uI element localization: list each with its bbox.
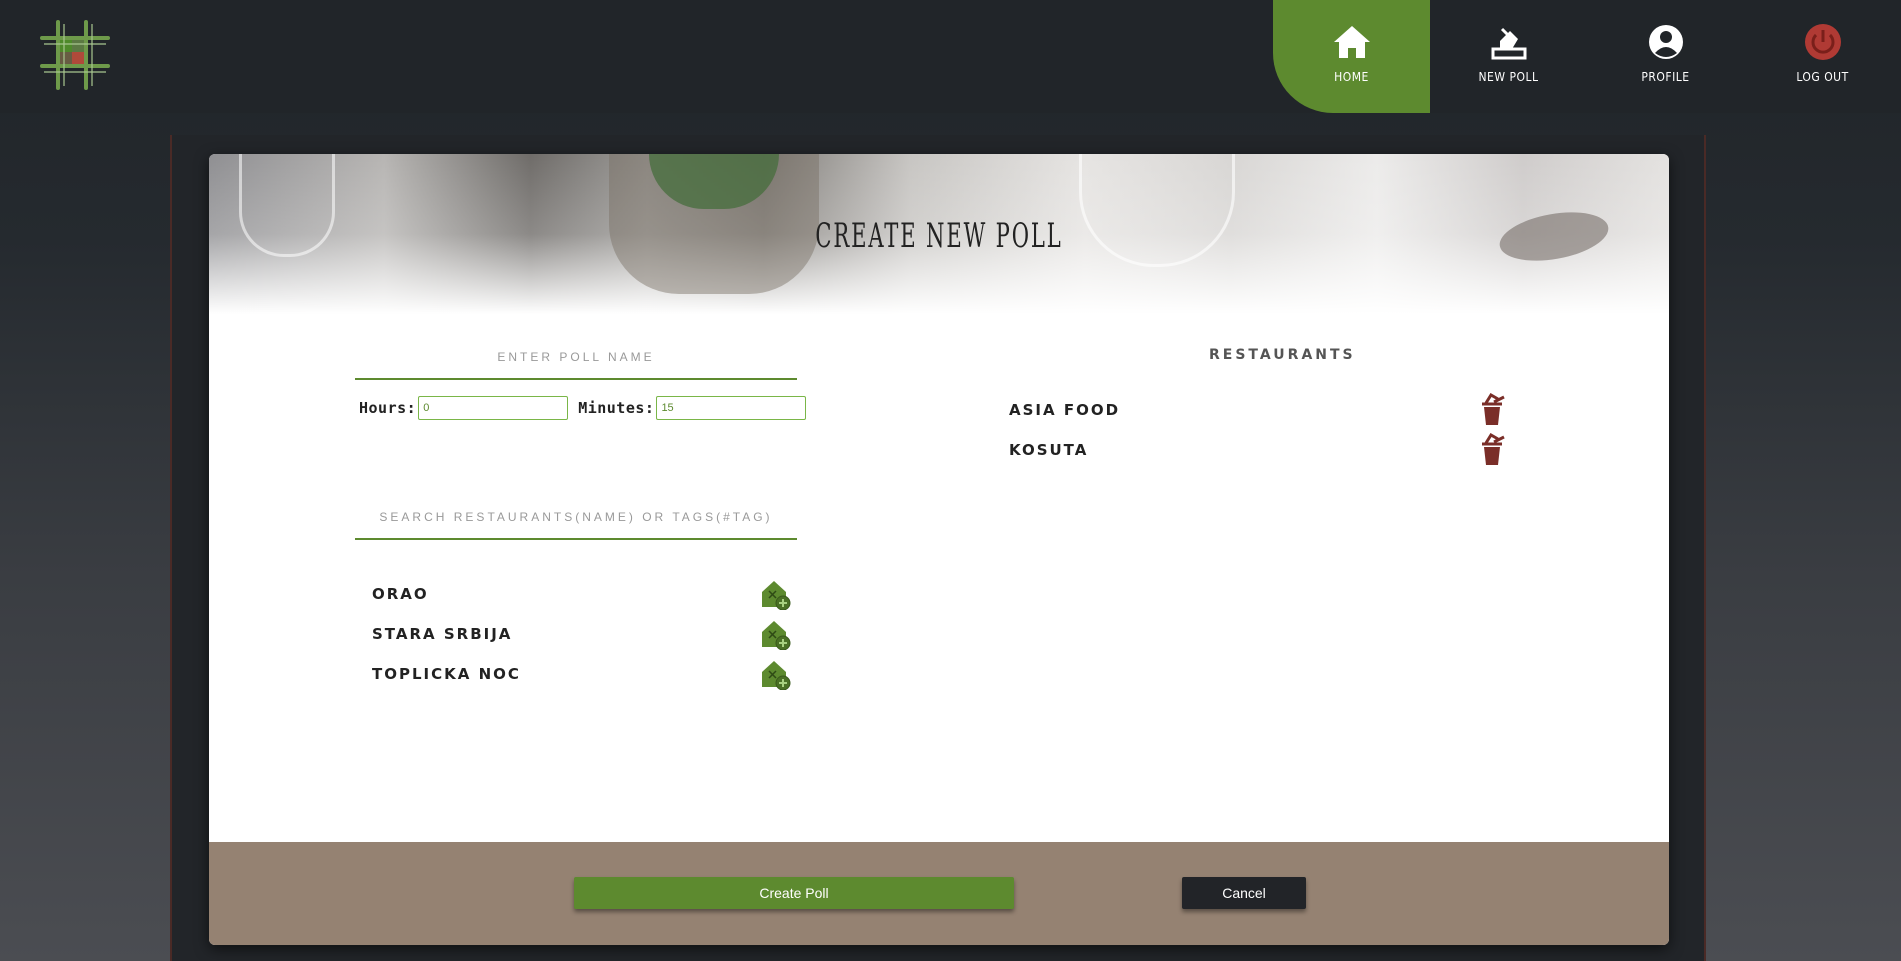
trash-icon (1482, 433, 1505, 465)
profile-icon (1646, 22, 1686, 62)
cancel-button[interactable]: Cancel (1182, 877, 1306, 909)
list-item: ORAO (372, 574, 792, 614)
remove-restaurant-button[interactable] (1475, 393, 1509, 427)
nav-label-logout: LOG OUT (1796, 70, 1849, 84)
page-title: CREATE NEW POLL (815, 216, 1063, 256)
hash-logo-icon (40, 20, 110, 90)
app-logo[interactable] (38, 18, 112, 92)
add-restaurant-icon (762, 661, 791, 690)
restaurant-name: ORAO (372, 585, 429, 603)
nav-label-new-poll: NEW POLL (1478, 70, 1539, 84)
duration-row: Hours: Minutes: (359, 396, 816, 420)
hours-input[interactable] (418, 396, 569, 420)
nav-item-new-poll[interactable]: NEW POLL (1430, 0, 1587, 113)
add-restaurant-button[interactable] (758, 657, 792, 691)
add-restaurant-icon (762, 621, 791, 650)
form-footer: Create Poll Cancel (209, 842, 1669, 945)
nav-label-profile: PROFILE (1641, 70, 1690, 84)
nav-label-home: HOME (1334, 70, 1369, 84)
poll-name-input[interactable] (355, 336, 797, 380)
add-restaurant-icon (762, 581, 791, 610)
hero-banner: CREATE NEW POLL (209, 154, 1669, 314)
list-item: ASIA FOOD (1009, 390, 1509, 430)
list-item: KOSUTA (1009, 430, 1509, 470)
home-icon (1332, 22, 1372, 62)
restaurant-name: ASIA FOOD (1009, 401, 1121, 419)
create-poll-button[interactable]: Create Poll (574, 877, 1014, 909)
top-navbar: HOME NEW POLL PROFILE LOG OUT (0, 0, 1901, 113)
main-nav: HOME NEW POLL PROFILE LOG OUT (1273, 0, 1901, 113)
minutes-input[interactable] (656, 396, 807, 420)
list-item: TOPLICKA NOC (372, 654, 792, 694)
restaurant-name: STARA SRBIJA (372, 625, 513, 643)
hours-label: Hours: (359, 399, 417, 417)
create-poll-card: CREATE NEW POLL Hours: Minutes: ORAO STA… (209, 154, 1669, 945)
nav-item-profile[interactable]: PROFILE (1587, 0, 1744, 113)
power-icon (1803, 22, 1843, 62)
selected-restaurants-list: ASIA FOOD KOSUTA (1009, 390, 1509, 470)
available-restaurants-list: ORAO STARA SRBIJA TOPLICKA NOC (372, 574, 792, 694)
restaurant-name: TOPLICKA NOC (372, 665, 521, 683)
remove-restaurant-button[interactable] (1475, 433, 1509, 467)
selected-restaurants-heading: RESTAURANTS (1209, 347, 1356, 363)
list-item: STARA SRBIJA (372, 614, 792, 654)
add-restaurant-button[interactable] (758, 617, 792, 651)
nav-item-logout[interactable]: LOG OUT (1744, 0, 1901, 113)
restaurant-search-input[interactable] (355, 496, 797, 540)
nav-item-home[interactable]: HOME (1273, 0, 1430, 113)
trash-icon (1482, 393, 1505, 425)
add-restaurant-button[interactable] (758, 577, 792, 611)
minutes-label: Minutes: (578, 399, 655, 417)
new-poll-icon (1489, 22, 1529, 62)
restaurant-name: KOSUTA (1009, 441, 1089, 459)
